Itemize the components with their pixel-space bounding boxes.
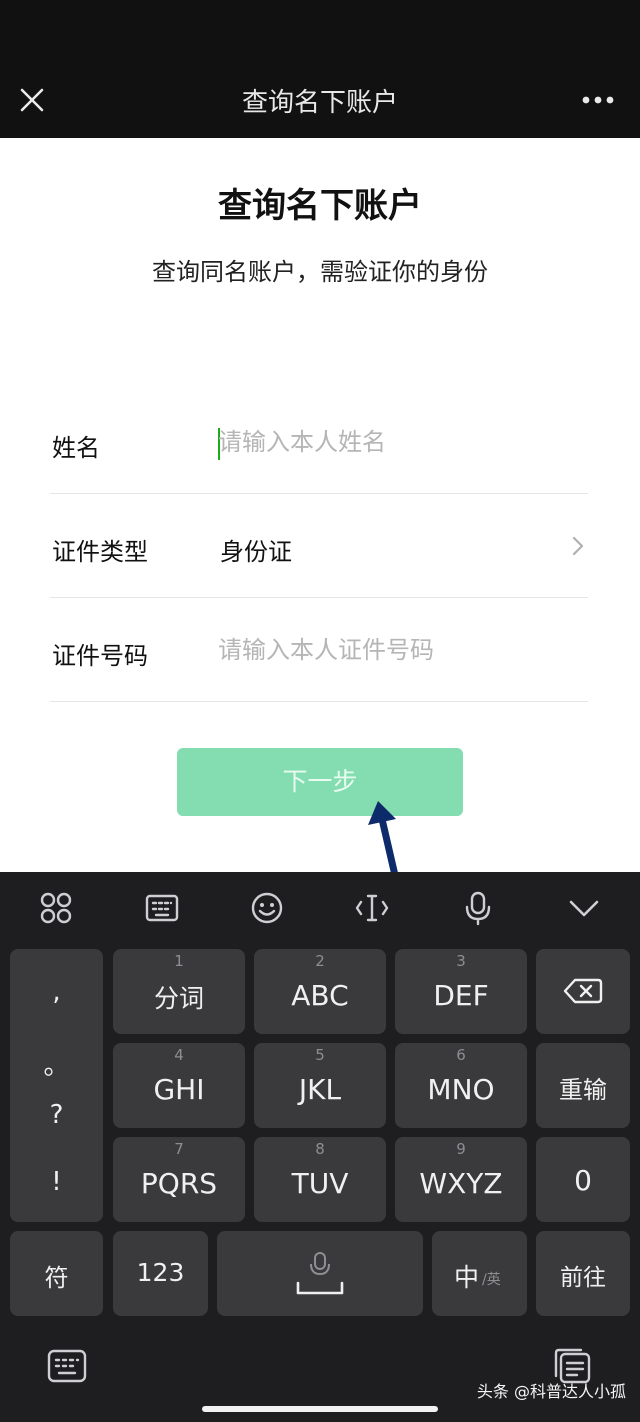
nav-bar: 查询名下账户 — [0, 0, 640, 138]
key-2[interactable]: 2 ABC — [254, 949, 386, 1034]
key-number: 3 — [456, 952, 466, 970]
id-type-value: 身份证 — [220, 538, 292, 566]
key-label: GHI — [153, 1073, 205, 1106]
backspace-key[interactable] — [536, 949, 630, 1034]
key-4[interactable]: 4 GHI — [113, 1043, 245, 1128]
key-number: 1 — [174, 952, 184, 970]
cursor-move-icon[interactable] — [354, 890, 390, 926]
id-type-label: 证件类型 — [52, 538, 148, 566]
punct-comma[interactable]: , — [10, 977, 103, 1007]
apps-grid-icon[interactable] — [38, 890, 74, 926]
microphone-icon[interactable] — [460, 890, 496, 926]
main-content: 查询名下账户 查询同名账户，需验证你的身份 姓名 证件类型 身份证 证件号码 下… — [0, 138, 640, 872]
key-label: PQRS — [140, 1167, 218, 1200]
key-number: 2 — [315, 952, 325, 970]
go-key[interactable]: 前往 — [536, 1231, 630, 1316]
key-1[interactable]: 1 分词 — [113, 949, 245, 1034]
key-label: JKL — [298, 1073, 342, 1106]
key-label: 0 — [574, 1164, 592, 1197]
watermark-text: 头条 @科普达人小孤 — [476, 1382, 626, 1401]
space-key[interactable] — [217, 1231, 423, 1316]
name-label: 姓名 — [52, 434, 100, 462]
id-number-input[interactable] — [218, 626, 578, 674]
next-step-button[interactable]: 下一步 — [177, 748, 463, 816]
punct-period[interactable]: 。 — [10, 1045, 103, 1082]
key-label: MNO — [427, 1073, 495, 1106]
key-number: 4 — [174, 1046, 184, 1064]
key-9[interactable]: 9 WXYZ — [395, 1137, 527, 1222]
punctuation-column[interactable]: , 。 ? ! — [10, 949, 103, 1222]
key-label: 符 — [44, 1264, 69, 1292]
keyboard-toolbar — [0, 872, 640, 944]
key-label: 分词 — [153, 984, 204, 1013]
keyboard-icon[interactable] — [144, 890, 180, 926]
key-label: DEF — [433, 979, 489, 1012]
id-number-row: 证件号码 — [50, 598, 588, 702]
lang-alt-label: /英 — [482, 1272, 501, 1288]
symbols-key[interactable]: 符 — [10, 1231, 103, 1316]
emoji-icon[interactable] — [249, 890, 285, 926]
language-toggle-key[interactable]: 中 /英 — [432, 1231, 527, 1316]
chevron-right-icon — [572, 536, 584, 556]
key-number: 6 — [456, 1046, 466, 1064]
lang-main-label: 中 — [454, 1263, 480, 1292]
key-6[interactable]: 6 MNO — [395, 1043, 527, 1128]
key-number: 5 — [315, 1046, 325, 1064]
more-icon[interactable] — [578, 86, 618, 114]
page-subtitle: 查询同名账户，需验证你的身份 — [152, 258, 488, 286]
key-8[interactable]: 8 TUV — [254, 1137, 386, 1222]
key-number: 8 — [315, 1140, 325, 1158]
key-7[interactable]: 7 PQRS — [113, 1137, 245, 1222]
name-input[interactable] — [218, 418, 578, 466]
key-label: TUV — [291, 1167, 349, 1200]
key-number: 9 — [456, 1140, 466, 1158]
soft-keyboard: , 。 ? ! 1 分词 2 ABC 3 DEF 4 GHI 5 JKL 6 M… — [0, 872, 640, 1422]
key-label: 前往 — [560, 1265, 606, 1291]
key-label: ABC — [291, 979, 349, 1012]
key-5[interactable]: 5 JKL — [254, 1043, 386, 1128]
home-indicator[interactable] — [202, 1406, 438, 1412]
space-voice-icon — [296, 1252, 344, 1295]
name-row: 姓名 — [50, 390, 588, 494]
page-title: 查询名下账户 — [218, 186, 422, 226]
punct-exclamation[interactable]: ! — [10, 1167, 103, 1197]
key-3[interactable]: 3 DEF — [395, 949, 527, 1034]
backspace-icon — [563, 978, 603, 1004]
key-label: 123 — [136, 1258, 185, 1287]
chevron-down-icon[interactable] — [566, 890, 602, 926]
id-type-row[interactable]: 证件类型 身份证 — [50, 494, 588, 598]
key-number: 7 — [174, 1140, 184, 1158]
punct-question[interactable]: ? — [10, 1100, 103, 1130]
key-label: WXYZ — [419, 1167, 503, 1200]
id-number-label: 证件号码 — [52, 642, 148, 670]
reenter-key[interactable]: 重输 — [536, 1043, 630, 1128]
key-0[interactable]: 0 — [536, 1137, 630, 1222]
key-label: 重输 — [559, 1076, 607, 1104]
nav-title: 查询名下账户 — [241, 88, 398, 118]
numbers-key[interactable]: 123 — [113, 1231, 208, 1316]
keyboard-switch-icon[interactable] — [47, 1348, 87, 1384]
